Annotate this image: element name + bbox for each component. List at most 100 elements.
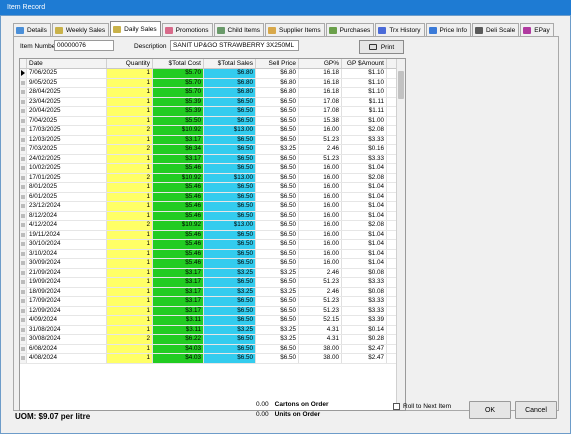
row-selector[interactable] <box>20 154 27 163</box>
row-selector[interactable] <box>20 249 27 258</box>
tab-daily-sales[interactable]: Daily Sales <box>110 21 161 36</box>
table-row[interactable]: 7/03/2025 2 $6.34 $6.50 $3.25 2.46 $0.16 <box>20 145 405 155</box>
row-selector[interactable] <box>20 107 27 116</box>
row-selector[interactable] <box>20 164 27 173</box>
row-selector[interactable] <box>20 354 27 363</box>
current-row-arrow-icon[interactable] <box>20 69 27 78</box>
row-selector[interactable] <box>20 135 27 144</box>
table-row[interactable]: 30/09/2024 1 $5.46 $6.50 $6.50 16.00 $1.04 <box>20 259 405 269</box>
table-row[interactable]: 7/06/2025 1 $5.70 $6.80 $6.80 16.18 $1.10 <box>20 69 405 79</box>
cell-gp-percent: 16.18 <box>299 78 342 87</box>
row-selector[interactable] <box>20 78 27 87</box>
row-selector[interactable] <box>20 278 27 287</box>
table-row[interactable]: 20/04/2025 1 $5.39 $6.50 $6.50 17.08 $1.11 <box>20 107 405 117</box>
row-selector[interactable] <box>20 202 27 211</box>
cell-gp-percent: 2.46 <box>299 268 342 277</box>
tab-purchases[interactable]: Purchases <box>325 23 375 36</box>
tab-supplier-items[interactable]: Supplier Items <box>265 23 325 36</box>
table-row[interactable]: 17/01/2025 2 $10.92 $13.00 $6.50 16.00 $2.08 <box>20 173 405 183</box>
table-row[interactable]: 30/10/2024 1 $5.46 $6.50 $6.50 16.00 $1.04 <box>20 240 405 250</box>
table-row[interactable]: 6/08/2024 1 $4.03 $6.50 $6.50 38.00 $2.47 <box>20 344 405 354</box>
row-selector[interactable] <box>20 97 27 106</box>
tab-epay[interactable]: EPay <box>520 23 554 36</box>
table-row[interactable]: 21/09/2024 1 $3.17 $3.25 $3.25 2.46 $0.08 <box>20 268 405 278</box>
row-selector[interactable] <box>20 211 27 220</box>
table-row[interactable]: 8/01/2025 1 $5.46 $6.50 $6.50 16.00 $1.04 <box>20 183 405 193</box>
tab-deli-scale[interactable]: Deli Scale <box>471 23 520 36</box>
row-selector[interactable] <box>20 230 27 239</box>
tab-child-items[interactable]: Child Items <box>213 23 265 36</box>
table-row[interactable]: 31/08/2024 1 $3.11 $3.25 $3.25 4.31 $0.14 <box>20 325 405 335</box>
table-row[interactable]: 30/08/2024 2 $6.22 $6.50 $3.25 4.31 $0.28 <box>20 335 405 345</box>
deli-scale-icon <box>474 26 483 34</box>
table-row[interactable]: 8/12/2024 1 $5.46 $6.50 $6.50 16.00 $1.04 <box>20 211 405 221</box>
row-selector[interactable] <box>20 116 27 125</box>
table-row[interactable]: 17/09/2024 1 $3.17 $6.50 $6.50 51.23 $3.33 <box>20 297 405 307</box>
row-selector[interactable] <box>20 88 27 97</box>
column-header-gp-amount[interactable]: GP $Amount <box>342 59 387 68</box>
row-selector[interactable] <box>20 173 27 182</box>
column-header-sell-price[interactable]: Sell Price <box>256 59 299 68</box>
table-row[interactable]: 3/10/2024 1 $5.46 $6.50 $6.50 16.00 $1.04 <box>20 249 405 259</box>
table-row[interactable]: 4/09/2024 1 $3.11 $6.50 $6.50 52.15 $3.39 <box>20 316 405 326</box>
table-row[interactable]: 12/03/2025 1 $3.17 $6.50 $6.50 51.23 $3.33 <box>20 135 405 145</box>
row-selector[interactable] <box>20 287 27 296</box>
table-row[interactable]: 9/05/2025 1 $5.70 $6.80 $6.80 16.18 $1.10 <box>20 78 405 88</box>
table-row[interactable]: 17/03/2025 2 $10.92 $13.00 $6.50 16.00 $2.08 <box>20 126 405 136</box>
tab-price-info[interactable]: Price Info <box>425 23 471 36</box>
tab-trx-history[interactable]: Trx History <box>375 23 425 36</box>
row-selector[interactable] <box>20 325 27 334</box>
table-row[interactable]: 19/11/2024 1 $5.46 $6.50 $6.50 16.00 $1.04 <box>20 230 405 240</box>
cell-gp-amount: $1.10 <box>342 88 387 97</box>
print-button[interactable]: Print <box>359 40 404 54</box>
row-selector[interactable] <box>20 240 27 249</box>
row-selector[interactable] <box>20 316 27 325</box>
row-selector[interactable] <box>20 126 27 135</box>
row-selector[interactable] <box>20 259 27 268</box>
table-row[interactable]: 7/04/2025 1 $5.50 $6.50 $6.50 15.38 $1.00 <box>20 116 405 126</box>
ok-button[interactable]: OK <box>469 401 511 419</box>
cell-total-sales: $6.50 <box>204 249 256 258</box>
column-header-quantity[interactable]: Quantity <box>107 59 153 68</box>
cartons-on-order: 0.00 Cartons on Order <box>256 401 328 408</box>
column-header-total-sales[interactable]: $Total Sales <box>204 59 256 68</box>
row-selector[interactable] <box>20 344 27 353</box>
table-row[interactable]: 4/12/2024 2 $10.92 $13.00 $6.50 16.00 $2.08 <box>20 221 405 231</box>
column-header-gp-percent[interactable]: GP% <box>299 59 342 68</box>
row-selector[interactable] <box>20 221 27 230</box>
row-selector[interactable] <box>20 145 27 154</box>
roll-checkbox[interactable] <box>393 403 400 410</box>
description-field[interactable]: SANIT UP&GO STRAWBERRY 3X250ML <box>170 40 299 51</box>
column-header-date[interactable]: Date <box>27 59 107 68</box>
item-number-field[interactable]: 00000076 <box>54 40 114 51</box>
epay-icon <box>523 26 532 34</box>
row-selector[interactable] <box>20 306 27 315</box>
tab-weekly-sales[interactable]: Weekly Sales <box>51 23 110 36</box>
row-selector[interactable] <box>20 192 27 201</box>
row-selector[interactable] <box>20 183 27 192</box>
table-row[interactable]: 23/04/2025 1 $5.39 $6.50 $6.50 17.08 $1.11 <box>20 97 405 107</box>
cell-total-cost: $3.17 <box>153 297 204 306</box>
table-row[interactable]: 4/08/2024 1 $4.03 $6.50 $6.50 38.00 $2.47 <box>20 354 405 364</box>
cancel-button[interactable]: Cancel <box>515 401 557 419</box>
daily-sales-grid[interactable]: Date Quantity $Total Cost $Total Sales Sell … <box>19 58 406 411</box>
table-row[interactable]: 28/04/2025 1 $5.70 $6.80 $6.80 16.18 $1.10 <box>20 88 405 98</box>
cell-quantity: 1 <box>107 230 153 239</box>
row-selector[interactable] <box>20 335 27 344</box>
table-row[interactable]: 18/09/2024 1 $3.17 $3.25 $3.25 2.46 $0.08 <box>20 287 405 297</box>
table-row[interactable]: 10/02/2025 1 $5.46 $6.50 $6.50 16.00 $1.04 <box>20 164 405 174</box>
table-row[interactable]: 6/01/2025 1 $5.46 $6.50 $6.50 16.00 $1.04 <box>20 192 405 202</box>
row-selector[interactable] <box>20 268 27 277</box>
cell-total-sales: $3.25 <box>204 325 256 334</box>
table-row[interactable]: 24/02/2025 1 $3.17 $6.50 $6.50 51.23 $3.33 <box>20 154 405 164</box>
scrollbar-thumb[interactable] <box>398 71 404 99</box>
table-row[interactable]: 19/09/2024 1 $3.17 $6.50 $6.50 51.23 $3.33 <box>20 278 405 288</box>
column-header-total-cost[interactable]: $Total Cost <box>153 59 204 68</box>
table-row[interactable]: 23/12/2024 1 $5.46 $6.50 $6.50 16.00 $1.04 <box>20 202 405 212</box>
vertical-scrollbar[interactable] <box>396 59 405 410</box>
roll-to-next-item[interactable]: Roll to Next Item <box>393 403 451 410</box>
tab-details[interactable]: Details <box>13 23 51 36</box>
row-selector[interactable] <box>20 297 27 306</box>
table-row[interactable]: 12/09/2024 1 $3.17 $6.50 $6.50 51.23 $3.33 <box>20 306 405 316</box>
tab-promotions[interactable]: Promotions <box>161 23 213 36</box>
